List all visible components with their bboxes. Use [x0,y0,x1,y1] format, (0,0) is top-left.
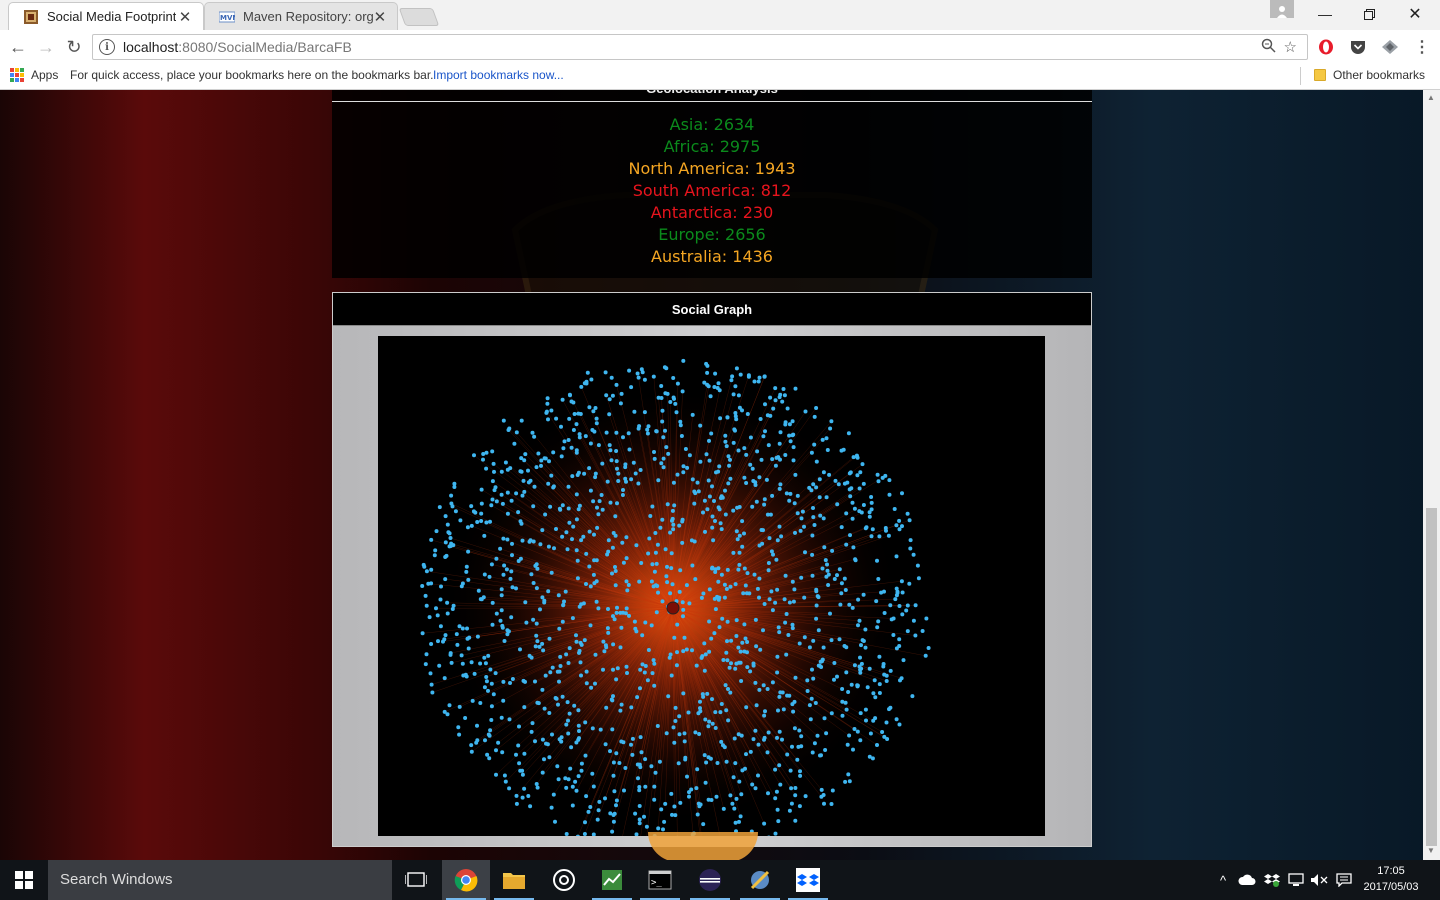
opera-icon[interactable] [1316,37,1336,57]
geolocation-header: Geolocation Analysis [332,90,1092,102]
zoom-icon[interactable] [1261,38,1276,57]
page-viewport: Geolocation Analysis Asia: 2634 Africa: … [0,90,1440,860]
task-view-icon[interactable] [392,860,440,900]
geo-item-asia: Asia: 2634 [669,115,755,134]
screen: Social Media Footprint ✕ MVN Maven Repos… [0,0,1440,900]
barca-favicon-icon [24,9,38,24]
maven-favicon-icon: MVN [219,11,235,22]
browser-toolbar: ← → ↻ i localhost:8080/SocialMedia/Barca… [0,30,1440,64]
command-prompt-icon[interactable]: >_ [636,860,684,900]
reload-icon[interactable]: ↻ [62,35,86,59]
windows-start-icon[interactable] [0,860,48,900]
svg-text:>_: >_ [651,878,662,888]
scroll-down-icon[interactable]: ▼ [1427,846,1435,855]
onedrive-icon[interactable] [1236,860,1258,900]
social-graph-canvas[interactable] [378,336,1045,836]
show-hidden-icons-icon[interactable]: ^ [1214,860,1232,900]
tab-strip: Social Media Footprint ✕ MVN Maven Repos… [0,0,1440,30]
vertical-scrollbar[interactable]: ▲ ▼ [1423,90,1440,860]
chrome-icon[interactable] [442,860,490,900]
url-path: :8080/SocialMedia/BarcaFB [178,39,352,55]
pocket-icon[interactable] [1348,37,1368,57]
social-graph-panel: Social Graph [332,292,1092,847]
svg-text:MVN: MVN [220,14,235,22]
geo-item-north-america: North America: 1943 [628,159,796,178]
geolocation-panel: Geolocation Analysis Asia: 2634 Africa: … [332,90,1092,278]
profile-icon[interactable] [1270,0,1294,18]
action-center-icon[interactable] [1334,860,1354,900]
task-manager-icon[interactable] [588,860,636,900]
social-graph-title: Social Graph [333,293,1091,326]
bookmarks-separator [1300,67,1301,85]
central-node[interactable] [666,601,680,615]
minimize-button[interactable]: — [1302,0,1348,28]
geo-item-south-america: South America: 812 [632,181,792,200]
tool-app-icon[interactable] [736,860,784,900]
media-player-icon[interactable] [540,860,588,900]
windows-taskbar: Search Windows >_ ^ 17:05 2017/05/03 [0,860,1440,900]
eclipse-icon[interactable] [686,860,734,900]
close-window-button[interactable]: ✕ [1392,0,1438,28]
address-bar[interactable]: i localhost:8080/SocialMedia/BarcaFB ☆ [92,34,1308,60]
scroll-up-icon[interactable]: ▲ [1427,93,1435,102]
taskbar-clock[interactable]: 17:05 2017/05/03 [1362,863,1420,895]
geolocation-list: Asia: 2634 Africa: 2975 North America: 1… [332,114,1092,268]
taskbar-search-box[interactable]: Search Windows [48,860,392,900]
apps-grid-icon[interactable] [10,68,24,82]
bookmarks-hint: For quick access, place your bookmarks h… [70,68,434,82]
geo-item-europe: Europe: 2656 [658,225,766,244]
star-bookmark-icon[interactable]: ☆ [1284,38,1297,57]
menu-icon[interactable]: ⋮ [1410,35,1434,59]
geo-item-africa: Africa: 2975 [663,137,761,156]
tab-social-media-footprint[interactable]: Social Media Footprint ✕ [8,2,204,30]
geo-item-australia: Australia: 1436 [651,247,773,266]
import-bookmarks-link[interactable]: Import bookmarks now... [433,68,564,82]
dropbox-tray-icon[interactable] [1262,860,1282,900]
clock-time: 17:05 [1377,865,1405,877]
close-tab-icon[interactable]: ✕ [177,8,193,26]
folder-icon [1314,69,1326,81]
clock-date: 2017/05/03 [1363,881,1419,893]
bookmarks-bar: Apps For quick access, place your bookma… [0,64,1440,90]
other-bookmarks-link[interactable]: Other bookmarks [1333,68,1425,82]
volume-muted-icon[interactable] [1308,860,1330,900]
extension-icon[interactable] [1380,37,1400,57]
new-tab-button[interactable] [398,8,440,26]
tab-title: Social Media Footprint [47,9,177,24]
geo-item-antarctica: Antarctica: 230 [650,203,774,222]
restore-button[interactable] [1346,0,1392,28]
file-explorer-icon[interactable] [490,860,538,900]
background-swoosh [648,832,758,860]
dropbox-icon[interactable] [784,860,832,900]
url-host: localhost [123,39,179,55]
close-tab-icon[interactable]: ✕ [373,8,387,26]
site-info-icon[interactable]: i [99,39,115,55]
tab-maven-repository[interactable]: MVN Maven Repository: org.m ✕ [204,2,398,30]
forward-icon[interactable]: → [34,35,58,59]
back-icon[interactable]: ← [6,35,30,59]
tab-title: Maven Repository: org.m [243,9,373,24]
network-icon[interactable] [1286,860,1306,900]
apps-link[interactable]: Apps [31,68,58,82]
scrollbar-thumb[interactable] [1426,508,1437,846]
